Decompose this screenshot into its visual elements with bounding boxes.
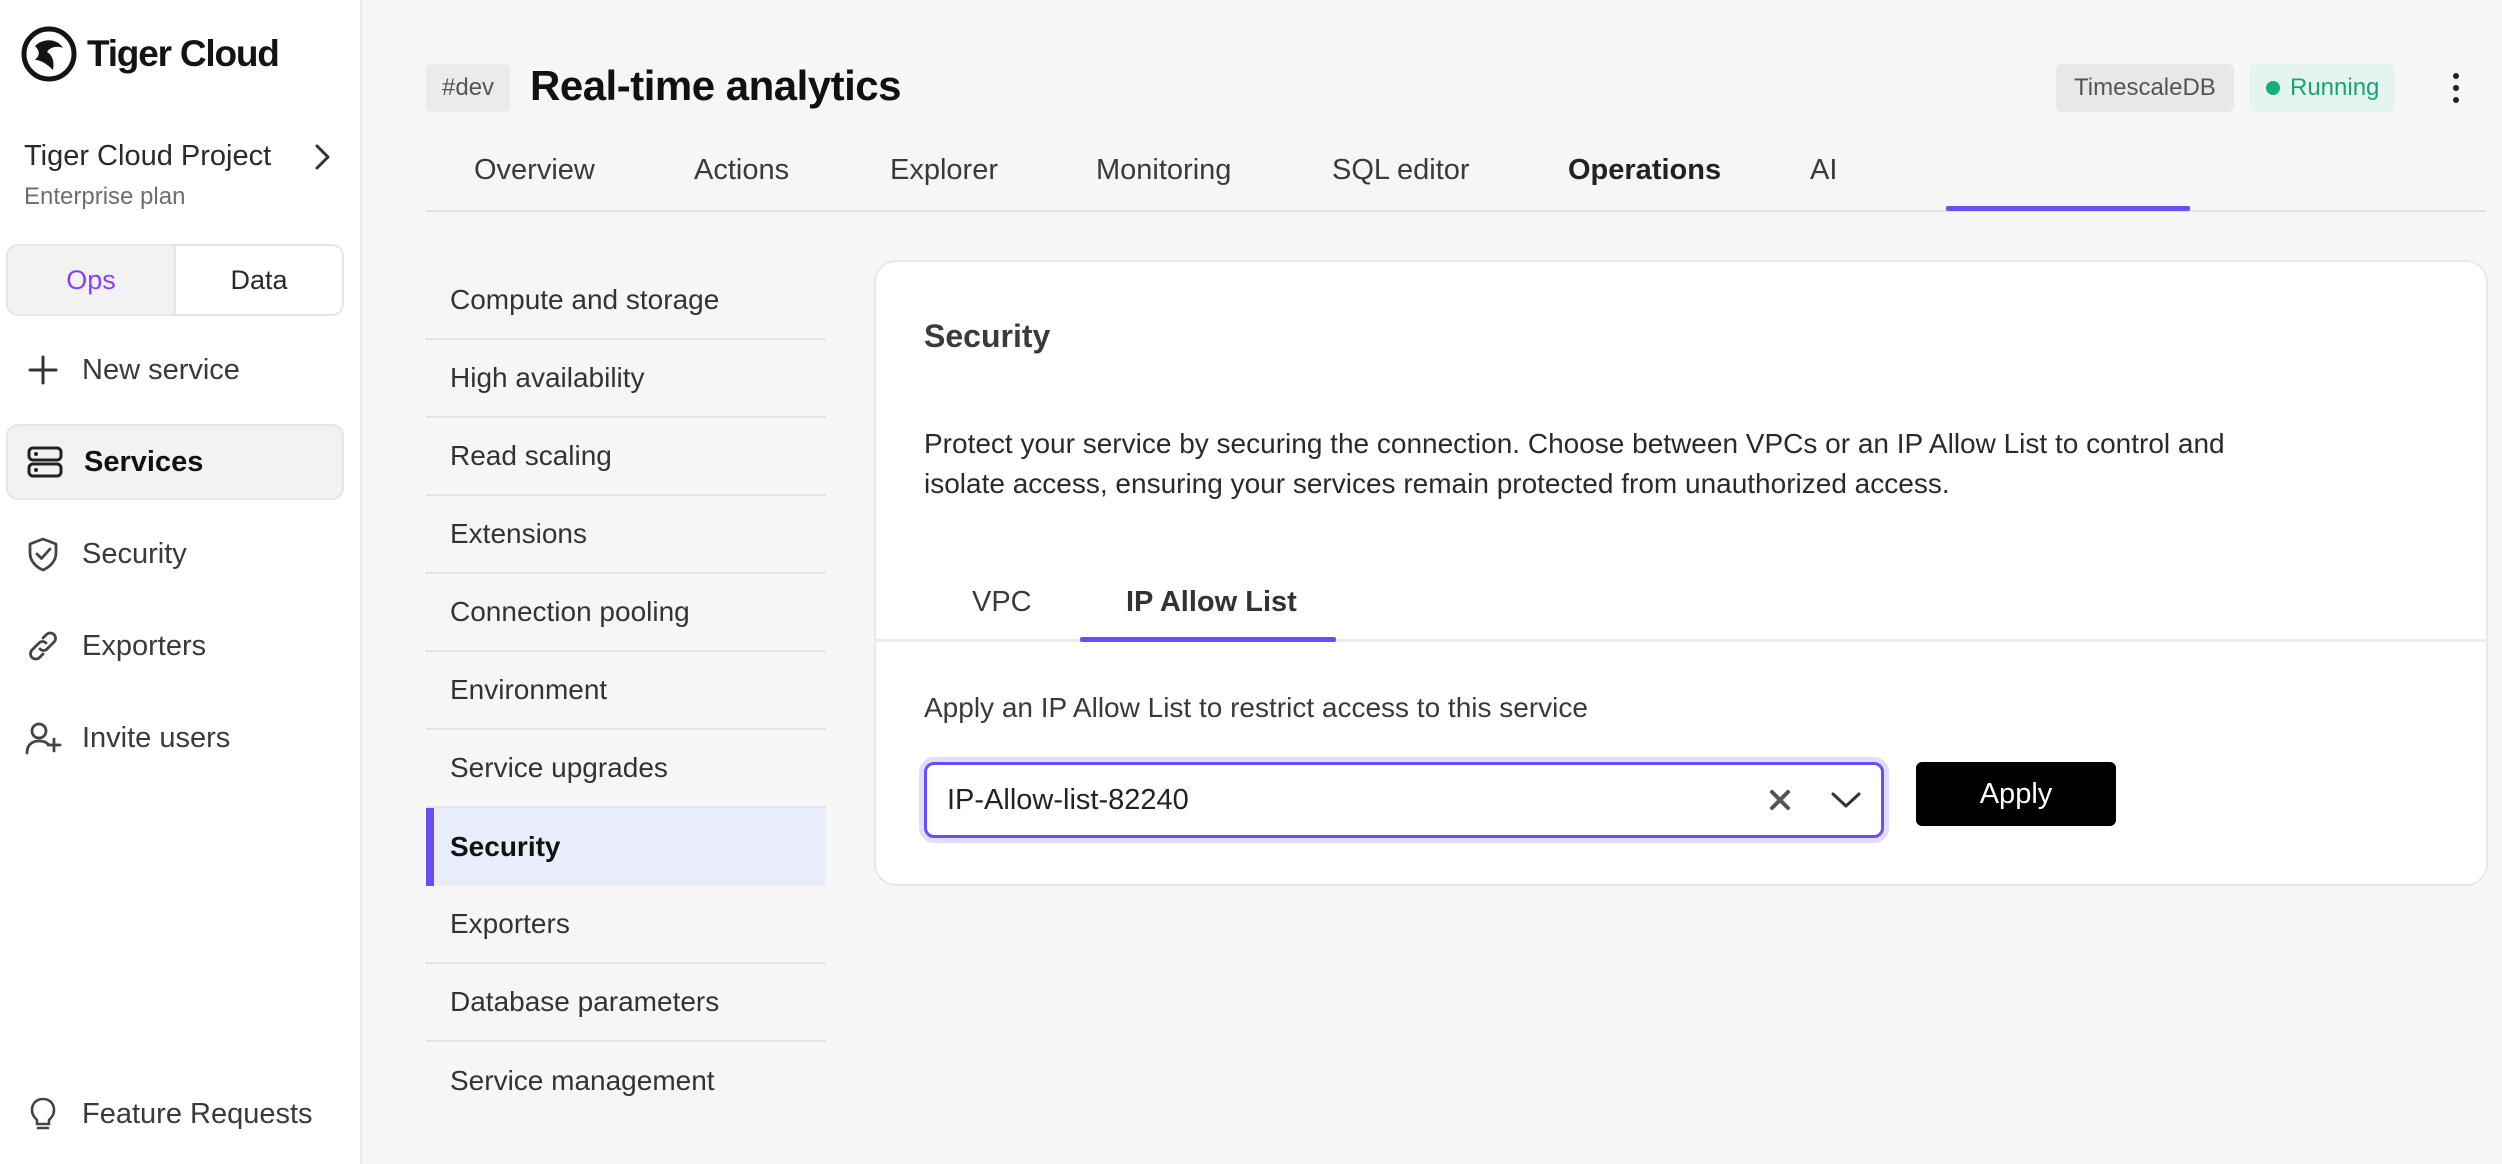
tiger-logo-icon <box>21 26 77 82</box>
server-icon <box>27 446 63 478</box>
sidebar-item-exporters[interactable]: Exporters <box>6 608 344 684</box>
security-tabs: VPC IP Allow List <box>876 580 2488 642</box>
sidebar-item-label: Invite users <box>82 721 231 754</box>
more-options-icon[interactable] <box>2442 66 2470 110</box>
subnav-extensions[interactable]: Extensions <box>426 496 826 574</box>
brand[interactable]: Tiger Cloud <box>21 26 280 82</box>
sidebar-item-label: Services <box>84 445 204 478</box>
subnav-service-management[interactable]: Service management <box>426 1042 826 1120</box>
sidebar: Tiger Cloud Tiger Cloud Project Enterpri… <box>0 0 362 1164</box>
tab-ip-allow-list[interactable]: IP Allow List <box>1126 580 1297 642</box>
subnav-database-parameters[interactable]: Database parameters <box>426 964 826 1042</box>
mode-ops-button[interactable]: Ops <box>8 246 176 314</box>
project-switcher[interactable]: Tiger Cloud Project Enterprise plan <box>24 140 334 211</box>
sidebar-item-new-service[interactable]: New service <box>6 332 344 408</box>
feature-requests-link[interactable]: Feature Requests <box>6 1076 344 1152</box>
tab-monitoring[interactable]: Monitoring <box>1096 146 1231 212</box>
feature-requests-label: Feature Requests <box>82 1097 313 1130</box>
status-dot-icon <box>2266 81 2280 95</box>
chevron-down-icon[interactable] <box>1829 783 1863 817</box>
brand-name: Tiger Cloud <box>87 33 280 74</box>
ip-allow-list-select[interactable]: IP-Allow-list-82240 <box>924 762 1884 838</box>
apply-button[interactable]: Apply <box>1916 762 2116 826</box>
mode-data-button[interactable]: Data <box>176 246 342 314</box>
card-description: Protect your service by securing the con… <box>924 428 2225 499</box>
env-tag: #dev <box>426 64 511 112</box>
security-card: Security Protect your service by securin… <box>874 260 2488 886</box>
sidebar-item-label: Exporters <box>82 629 207 662</box>
subnav-read-scaling[interactable]: Read scaling <box>426 418 826 496</box>
subnav-exporters[interactable]: Exporters <box>426 886 826 964</box>
sidebar-item-invite-users[interactable]: Invite users <box>6 700 344 776</box>
tab-operations[interactable]: Operations <box>1568 146 1721 212</box>
service-tabs: Overview Actions Explorer Monitoring SQL… <box>426 146 2486 212</box>
subnav-connection-pooling[interactable]: Connection pooling <box>426 574 826 652</box>
subnav-environment[interactable]: Environment <box>426 652 826 730</box>
apply-list-label: Apply an IP Allow List to restrict acces… <box>924 692 1588 723</box>
shield-check-icon <box>28 537 58 572</box>
subnav-compute-and-storage[interactable]: Compute and storage <box>426 262 826 340</box>
card-title: Security <box>924 318 1051 354</box>
tab-overview[interactable]: Overview <box>474 146 595 212</box>
user-plus-icon <box>25 722 62 755</box>
tab-explorer[interactable]: Explorer <box>890 146 998 212</box>
status-label: Running <box>2290 74 2380 101</box>
tab-sql-editor[interactable]: SQL editor <box>1332 146 1470 212</box>
chevron-right-icon <box>315 144 330 169</box>
project-name: Tiger Cloud Project <box>24 140 272 172</box>
tab-vpc[interactable]: VPC <box>972 580 1032 642</box>
subnav-service-upgrades[interactable]: Service upgrades <box>426 730 826 808</box>
active-tab-indicator <box>1080 637 1336 642</box>
active-tab-indicator <box>1946 206 2190 211</box>
clear-icon[interactable] <box>1765 785 1795 815</box>
engine-badge: TimescaleDB <box>2056 64 2234 112</box>
sidebar-item-label: Security <box>82 537 187 570</box>
sidebar-item-security[interactable]: Security <box>6 516 344 592</box>
tab-actions[interactable]: Actions <box>694 146 789 212</box>
lightbulb-icon <box>30 1097 56 1130</box>
subnav-high-availability[interactable]: High availability <box>426 340 826 418</box>
page-title: Real-time analytics <box>530 62 902 109</box>
mode-switch: Ops Data <box>6 244 344 316</box>
sidebar-item-label: New service <box>82 353 240 386</box>
tab-ai[interactable]: AI <box>1810 146 1837 212</box>
status-badge: Running <box>2250 64 2396 112</box>
link-icon <box>29 631 57 661</box>
plus-icon <box>28 355 58 385</box>
sidebar-item-services[interactable]: Services <box>6 424 344 500</box>
selected-value: IP-Allow-list-82240 <box>947 783 1189 816</box>
project-plan: Enterprise plan <box>24 183 186 210</box>
subnav-security[interactable]: Security <box>426 808 826 886</box>
